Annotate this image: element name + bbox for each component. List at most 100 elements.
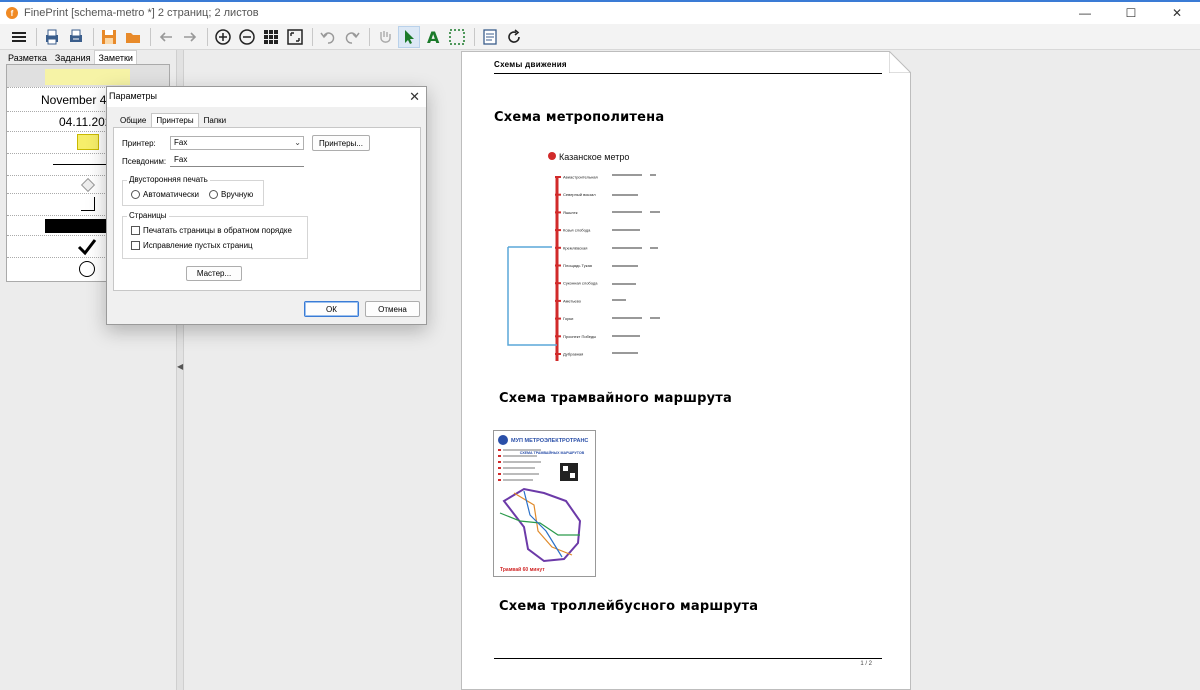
- checkmark-icon: [77, 239, 97, 256]
- cancel-button[interactable]: Отмена: [365, 301, 420, 317]
- metro-logo-icon: [548, 152, 556, 160]
- metro-station-marker: [555, 193, 561, 196]
- tab-notes[interactable]: Заметки: [94, 50, 137, 64]
- metro-station-marker: [555, 317, 561, 320]
- title-bar: f FinePrint [schema-metro *] 2 страниц; …: [0, 2, 1200, 24]
- duplex-auto-radio[interactable]: Автоматически: [131, 190, 199, 199]
- metro-station-label: Северный вокзал: [563, 192, 596, 197]
- tab-layout[interactable]: Разметка: [4, 50, 51, 64]
- maximize-button[interactable]: ☐: [1108, 2, 1154, 24]
- text-icon[interactable]: A: [422, 26, 444, 48]
- fit-page-icon[interactable]: [284, 26, 306, 48]
- metro-station-label: Суконная слобода: [563, 281, 598, 286]
- metro-station-label: Дубравная: [563, 352, 583, 357]
- app-logo-icon: f: [6, 7, 18, 19]
- wizard-button[interactable]: Мастер...: [186, 266, 242, 281]
- back-arrow-icon[interactable]: [155, 26, 177, 48]
- tram-subtitle: СХЕМА ТРАМВАЙНЫХ МАРШРУТОВ: [520, 451, 585, 455]
- thumbnails-icon[interactable]: [260, 26, 282, 48]
- zoom-out-icon[interactable]: [236, 26, 258, 48]
- options-dialog: Параметры ✕ Общие Принтеры Папки Принтер…: [106, 86, 427, 325]
- collapse-arrow-icon[interactable]: ◀: [177, 362, 183, 371]
- open-folder-icon[interactable]: [122, 26, 144, 48]
- redo-icon[interactable]: [341, 26, 363, 48]
- reverse-order-checkbox[interactable]: Печатать страницы в обратном порядке: [131, 226, 292, 235]
- pointer-icon[interactable]: [398, 25, 420, 48]
- window-title: FinePrint [schema-metro *] 2 страниц; 2 …: [24, 7, 259, 19]
- dialog-close-button[interactable]: ✕: [409, 89, 420, 105]
- alias-field[interactable]: Fax: [170, 153, 304, 167]
- duplex-group: Двусторонняя печать Автоматически Вручну…: [122, 175, 264, 206]
- print-icon[interactable]: [41, 26, 63, 48]
- metro-station-marker: [555, 229, 561, 232]
- page-header: Схемы движения: [494, 60, 882, 74]
- pages-group-title: Страницы: [127, 211, 169, 220]
- notes-icon[interactable]: [479, 26, 501, 48]
- tab-general[interactable]: Общие: [115, 113, 151, 127]
- toolbar: A: [0, 24, 1200, 50]
- page-number: 1 / 2: [860, 661, 872, 667]
- diamond-icon: [80, 177, 96, 193]
- metro-station-marker: [555, 282, 561, 285]
- metro-station-marker: [555, 211, 561, 214]
- hand-icon[interactable]: [374, 26, 396, 48]
- svg-text:A: A: [427, 28, 440, 46]
- close-window-button[interactable]: ✕: [1154, 2, 1200, 24]
- section-title-trolleybus: Схема троллейбусного маршрута: [499, 599, 759, 614]
- window-controls: — ☐ ✕: [1062, 2, 1200, 24]
- chevron-down-icon: ⌄: [294, 138, 301, 147]
- app-window: f FinePrint [schema-metro *] 2 страниц; …: [0, 0, 1200, 690]
- printer-settings-icon[interactable]: [65, 26, 87, 48]
- forward-arrow-icon[interactable]: [179, 26, 201, 48]
- tab-jobs[interactable]: Задания: [51, 50, 95, 64]
- metro-station-marker: [555, 353, 561, 355]
- minimize-button[interactable]: —: [1062, 2, 1108, 24]
- page-fold-icon: [889, 51, 911, 73]
- pages-group: Страницы Печатать страницы в обратном по…: [122, 211, 308, 259]
- printer-select[interactable]: Fax ⌄: [170, 136, 304, 150]
- metro-station-marker: [555, 246, 561, 249]
- document-page: Схемы движения Схема метрополитена Казан…: [461, 51, 911, 690]
- circle-icon: [79, 261, 95, 277]
- left-panel-tabs: Разметка Задания Заметки: [4, 50, 137, 64]
- dialog-tabs: Общие Принтеры Папки: [115, 113, 231, 127]
- zoom-in-icon[interactable]: [212, 26, 234, 48]
- section-title-metro: Схема метрополитена: [494, 110, 665, 125]
- metro-station-label: Кремлёвская: [563, 245, 587, 250]
- tab-folders[interactable]: Папки: [199, 113, 232, 127]
- page-footer: 1 / 2: [494, 658, 882, 667]
- menu-icon[interactable]: [8, 26, 30, 48]
- printers-button[interactable]: Принтеры...: [312, 135, 370, 151]
- save-icon[interactable]: [98, 26, 120, 48]
- notes-header: [7, 65, 169, 87]
- metro-map: Казанское метро Авиастроительная Северный…: [500, 149, 672, 367]
- metro-station-marker: [555, 299, 561, 302]
- dialog-title-bar: Параметры ✕: [107, 87, 426, 107]
- metro-station-marker: [555, 264, 561, 267]
- metro-station-marker: [555, 335, 561, 338]
- refresh-icon[interactable]: [503, 26, 525, 48]
- metro-station-marker: [555, 176, 561, 178]
- ok-button[interactable]: ОК: [304, 301, 359, 317]
- qr-code-icon: [560, 463, 578, 481]
- metro-station-label: Аметьево: [563, 298, 582, 303]
- sticky-note-icon: [77, 134, 99, 150]
- metro-map-title: Казанское метро: [559, 152, 629, 162]
- duplex-manual-radio[interactable]: Вручную: [209, 190, 253, 199]
- metro-station-label: Козья слобода: [563, 228, 591, 233]
- tab-printers[interactable]: Принтеры: [151, 113, 199, 127]
- undo-icon[interactable]: [317, 26, 339, 48]
- printer-label: Принтер:: [122, 139, 156, 148]
- select-area-icon[interactable]: [446, 26, 468, 48]
- duplex-group-title: Двусторонняя печать: [127, 175, 210, 184]
- dialog-tab-panel: Принтер: Fax ⌄ Принтеры... Псевдоним: Fa…: [113, 127, 421, 291]
- tram-logo-icon: [498, 435, 508, 445]
- tram-map: МУП МЕТРОЭЛЕКТРОТРАНС СХЕМА ТРАМВАЙНЫХ М…: [493, 430, 596, 577]
- alias-label: Псевдоним:: [122, 157, 167, 166]
- metro-station-label: Горки: [563, 316, 573, 321]
- dialog-title: Параметры: [109, 91, 157, 101]
- sticky-note-swatch[interactable]: [45, 69, 130, 85]
- metro-station-label: Яшьлек: [563, 210, 578, 215]
- metro-station-label: Проспект Победы: [563, 334, 596, 339]
- fix-blank-pages-checkbox[interactable]: Исправление пустых страниц: [131, 241, 253, 250]
